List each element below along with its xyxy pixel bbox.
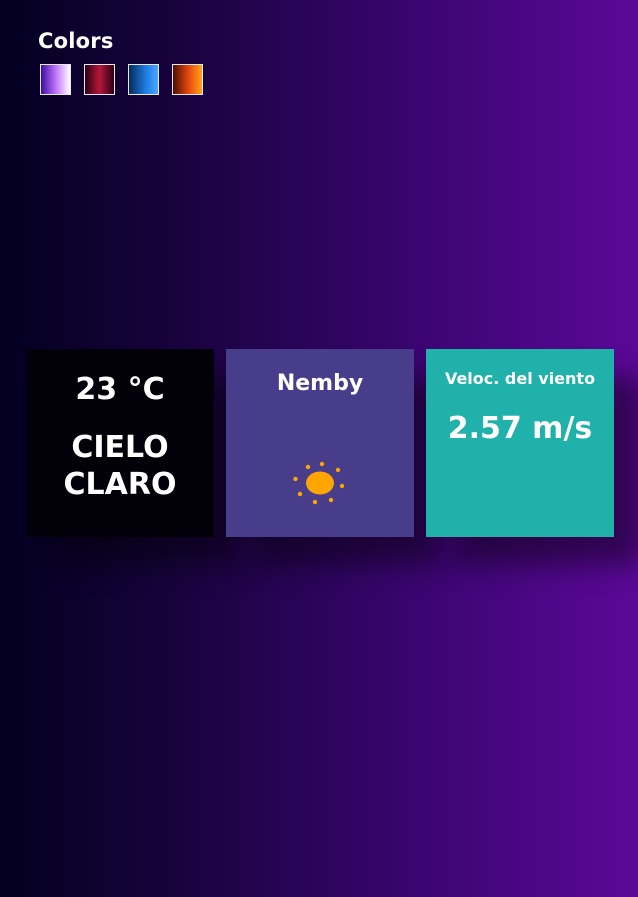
sun-icon — [293, 461, 345, 505]
city-card: Nemby — [226, 349, 414, 537]
color-swatch-blue[interactable] — [128, 64, 159, 95]
weather-description: CIELO CLARO — [63, 430, 177, 502]
color-swatch-orange[interactable] — [172, 64, 203, 95]
wind-speed-label: Veloc. del viento — [444, 369, 596, 388]
wind-speed-value: 2.57 m/s — [447, 411, 593, 446]
colors-panel: Colors — [38, 28, 203, 95]
wind-card: Veloc. del viento 2.57 m/s — [426, 349, 614, 537]
city-name: Nemby — [276, 371, 364, 396]
color-swatch-crimson[interactable] — [84, 64, 115, 95]
color-swatches — [40, 64, 203, 95]
temperature-value: 23 °C — [75, 372, 165, 407]
color-swatch-purple[interactable] — [40, 64, 71, 95]
temperature-card: 23 °C CIELO CLARO — [26, 349, 214, 537]
colors-title: Colors — [38, 29, 114, 53]
